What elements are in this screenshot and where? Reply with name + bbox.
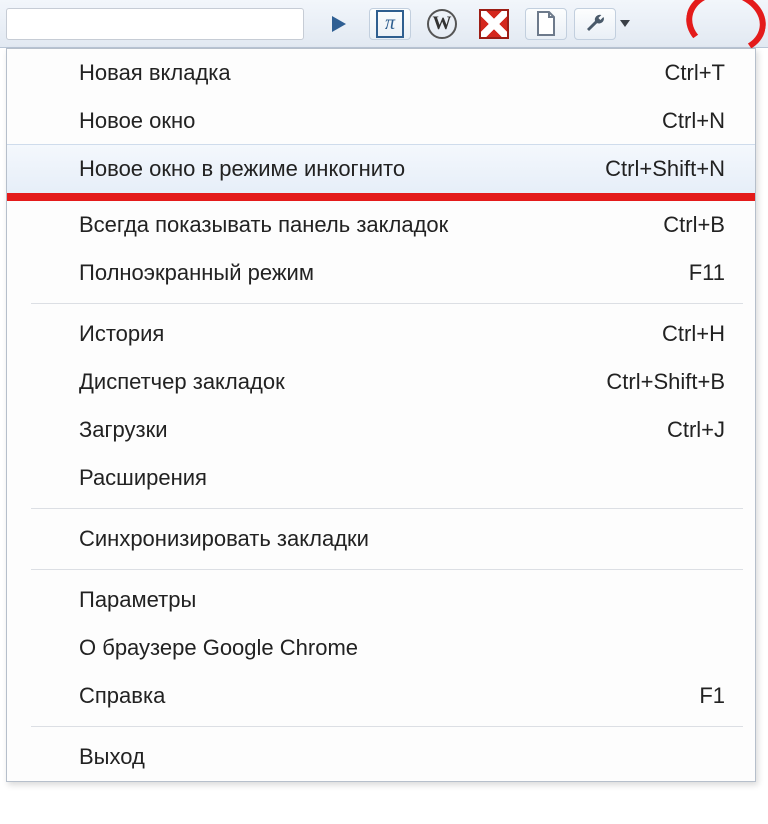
menu-item-label: Всегда показывать панель закладок	[79, 212, 663, 238]
menu-item-label: История	[79, 321, 662, 347]
menu-item-label: Синхронизировать закладки	[79, 526, 725, 552]
chevron-down-icon	[620, 20, 630, 27]
menu-item[interactable]: ЗагрузкиCtrl+J	[7, 406, 755, 454]
wrench-icon	[583, 12, 607, 36]
menu-item-shortcut: Ctrl+N	[662, 108, 725, 134]
menu-item[interactable]: Новая вкладкаCtrl+T	[7, 49, 755, 97]
menu-item-label: Новое окно в режиме инкогнито	[79, 156, 605, 182]
menu-item-shortcut: Ctrl+B	[663, 212, 725, 238]
play-button[interactable]	[317, 8, 359, 40]
menu-item[interactable]: Выход	[7, 733, 755, 781]
menu-item[interactable]: Синхронизировать закладки	[7, 515, 755, 563]
menu-item[interactable]: Всегда показывать панель закладокCtrl+B	[7, 201, 755, 249]
menu-item-label: Параметры	[79, 587, 725, 613]
menu-item-label: Новое окно	[79, 108, 662, 134]
menu-item-shortcut: Ctrl+Shift+N	[605, 156, 725, 182]
pi-icon: π	[376, 10, 404, 38]
menu-item-shortcut: Ctrl+J	[667, 417, 725, 443]
menu-item-label: Диспетчер закладок	[79, 369, 606, 395]
menu-item[interactable]: Параметры	[7, 576, 755, 624]
pi-button[interactable]: π	[369, 8, 411, 40]
block-button[interactable]	[473, 8, 515, 40]
menu-item[interactable]: Диспетчер закладокCtrl+Shift+B	[7, 358, 755, 406]
play-icon	[328, 14, 348, 34]
menu-item-label: Полноэкранный режим	[79, 260, 689, 286]
menu-separator	[31, 508, 743, 509]
menu-item-label: Новая вкладка	[79, 60, 665, 86]
menu-item[interactable]: Расширения	[7, 454, 755, 502]
menu-item-shortcut: Ctrl+Shift+B	[606, 369, 725, 395]
menu-item[interactable]: Полноэкранный режимF11	[7, 249, 755, 297]
new-page-button[interactable]	[525, 8, 567, 40]
menu-item-label: Расширения	[79, 465, 725, 491]
new-page-icon	[535, 11, 557, 37]
menu-separator	[31, 303, 743, 304]
menu-item-shortcut: Ctrl+T	[665, 60, 726, 86]
block-x-icon	[479, 9, 509, 39]
wikipedia-icon: W	[427, 9, 457, 39]
wikipedia-button[interactable]: W	[421, 8, 463, 40]
annotation-underline	[7, 193, 755, 201]
menu-item-shortcut: F11	[689, 260, 725, 286]
settings-menu-button[interactable]	[572, 3, 634, 45]
menu-item-shortcut: F1	[699, 683, 725, 709]
menu-item[interactable]: О браузере Google Chrome	[7, 624, 755, 672]
menu-separator	[31, 726, 743, 727]
menu-item[interactable]: ИсторияCtrl+H	[7, 310, 755, 358]
menu-item-label: О браузере Google Chrome	[79, 635, 725, 661]
menu-item-label: Справка	[79, 683, 699, 709]
wrench-button-inner	[574, 8, 616, 40]
menu-item[interactable]: Новое окноCtrl+N	[7, 97, 755, 145]
menu-item-label: Выход	[79, 744, 725, 770]
settings-dropdown-menu: Новая вкладкаCtrl+TНовое окноCtrl+NНовое…	[6, 48, 756, 782]
browser-toolbar: π W	[0, 0, 768, 48]
menu-item[interactable]: Новое окно в режиме инкогнитоCtrl+Shift+…	[7, 144, 755, 194]
menu-item-shortcut: Ctrl+H	[662, 321, 725, 347]
menu-item-label: Загрузки	[79, 417, 667, 443]
menu-separator	[31, 569, 743, 570]
menu-item[interactable]: СправкаF1	[7, 672, 755, 720]
address-bar[interactable]	[6, 8, 304, 40]
